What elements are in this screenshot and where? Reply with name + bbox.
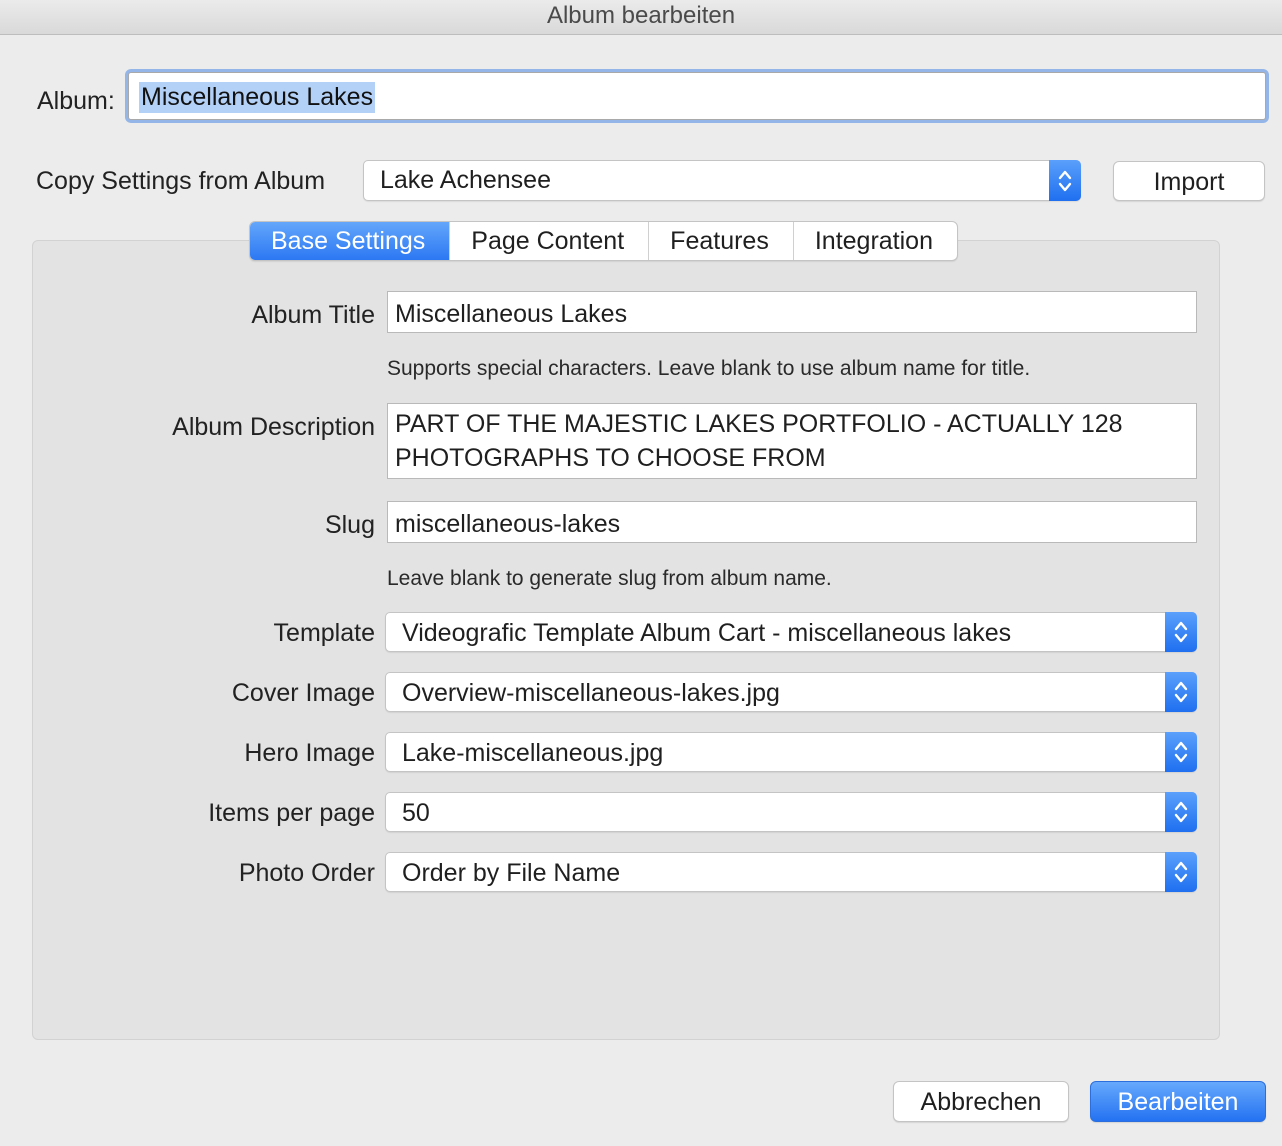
tab-base-settings[interactable]: Base Settings	[250, 222, 451, 260]
confirm-button[interactable]: Bearbeiten	[1090, 1081, 1266, 1122]
album-title-value: Miscellaneous Lakes	[395, 300, 628, 328]
photo-order-popup[interactable]: Order by File Name	[385, 852, 1197, 892]
album-title-field[interactable]: Miscellaneous Lakes	[387, 291, 1197, 333]
items-per-page-value: 50	[402, 799, 430, 827]
slug-hint: Leave blank to generate slug from album …	[387, 567, 832, 590]
chevron-up-down-icon	[1165, 792, 1197, 832]
copy-settings-value: Lake Achensee	[380, 166, 551, 194]
album-label: Album:	[37, 87, 115, 115]
album-name-input[interactable]: Miscellaneous Lakes	[128, 72, 1266, 120]
tab-bar: Base Settings Page Content Features Inte…	[249, 221, 958, 261]
tab-page-content[interactable]: Page Content	[450, 222, 650, 260]
chevron-up-down-icon	[1165, 672, 1197, 712]
slug-value: miscellaneous-lakes	[395, 510, 621, 538]
chevron-up-down-icon	[1165, 852, 1197, 892]
items-per-page-popup[interactable]: 50	[385, 792, 1197, 832]
tab-features[interactable]: Features	[649, 222, 794, 260]
window-title: Album bearbeiten	[546, 2, 736, 29]
cover-image-label: Cover Image	[231, 679, 375, 707]
import-button[interactable]: Import	[1113, 161, 1265, 201]
chevron-up-down-icon	[1165, 732, 1197, 772]
window-titlebar: Album bearbeiten	[0, 0, 1282, 35]
tab-integration[interactable]: Integration	[794, 222, 957, 260]
copy-settings-popup[interactable]: Lake Achensee	[363, 160, 1081, 201]
hero-image-label: Hero Image	[244, 739, 375, 767]
copy-settings-label: Copy Settings from Album	[36, 167, 326, 195]
album-title-label: Album Title	[251, 301, 375, 329]
cover-image-value: Overview-miscellaneous-lakes.jpg	[402, 679, 780, 707]
album-description-field[interactable]: PART OF THE MAJESTIC LAKES PORTFOLIO - A…	[387, 403, 1197, 479]
cancel-button[interactable]: Abbrechen	[893, 1081, 1069, 1122]
template-popup[interactable]: Videografic Template Album Cart - miscel…	[385, 612, 1197, 652]
photo-order-label: Photo Order	[238, 859, 375, 887]
hero-image-popup[interactable]: Lake-miscellaneous.jpg	[385, 732, 1197, 772]
template-value: Videografic Template Album Cart - miscel…	[402, 619, 1012, 647]
photo-order-value: Order by File Name	[402, 859, 621, 887]
album-description-label: Album Description	[172, 413, 375, 441]
album-title-hint: Supports special characters. Leave blank…	[387, 357, 1031, 380]
slug-label: Slug	[324, 511, 375, 539]
album-name-value: Miscellaneous Lakes	[139, 82, 376, 113]
chevron-up-down-icon	[1049, 160, 1081, 201]
album-description-value: PART OF THE MAJESTIC LAKES PORTFOLIO - A…	[395, 410, 1123, 472]
items-per-page-label: Items per page	[208, 799, 375, 827]
slug-field[interactable]: miscellaneous-lakes	[387, 501, 1197, 543]
hero-image-value: Lake-miscellaneous.jpg	[402, 739, 664, 767]
chevron-up-down-icon	[1165, 612, 1197, 652]
cover-image-popup[interactable]: Overview-miscellaneous-lakes.jpg	[385, 672, 1197, 712]
template-label: Template	[273, 619, 375, 647]
